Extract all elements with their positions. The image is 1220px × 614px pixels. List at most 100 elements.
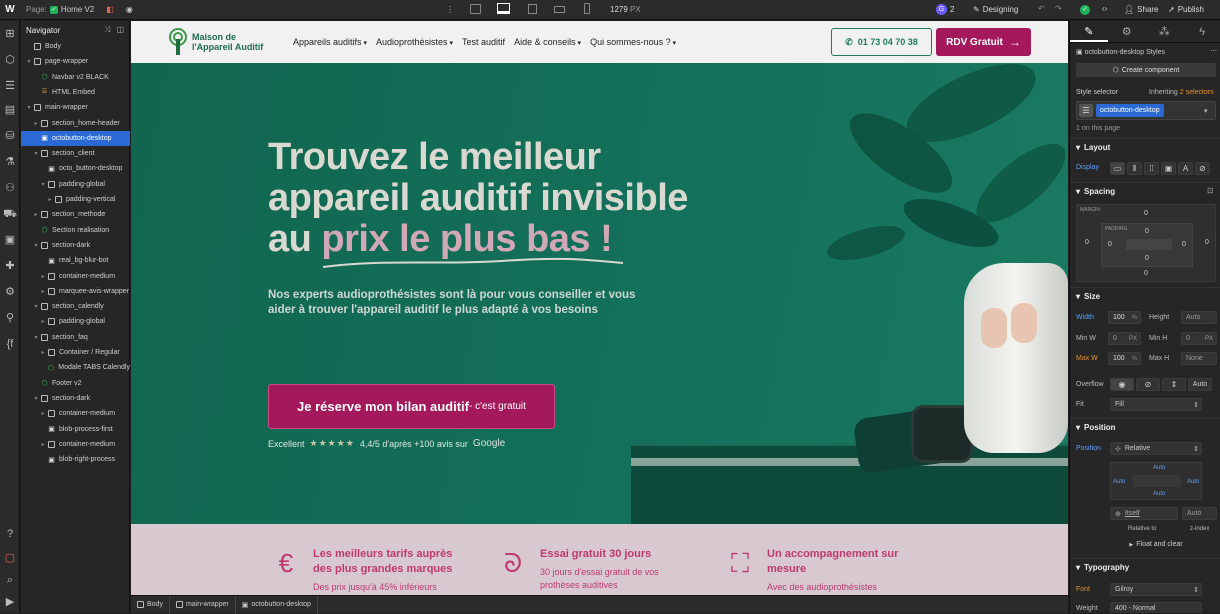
add-icon[interactable]: ⊞ xyxy=(3,27,17,41)
logic-icon[interactable]: ⚗ xyxy=(3,155,17,169)
tree-caret-icon[interactable]: ▸ xyxy=(39,288,47,295)
components-icon[interactable]: ⬡ xyxy=(3,53,17,67)
users-icon[interactable]: ⚇ xyxy=(3,181,17,195)
selector-menu-icon[interactable]: ☰ xyxy=(1079,104,1093,117)
site-menu-item[interactable]: Qui sommes-nous ? ▾ xyxy=(590,37,676,47)
breakpoint-mobile[interactable] xyxy=(584,3,590,14)
display-flex-icon[interactable]: ⫴ xyxy=(1127,162,1142,175)
dock-panel-icon[interactable]: ◫ xyxy=(116,25,124,35)
size-section[interactable]: ▾ Size xyxy=(1070,287,1220,304)
tree-caret-icon[interactable]: ▾ xyxy=(32,150,40,157)
cta-bilan-button[interactable]: Je réserve mon bilan auditif - c'est gra… xyxy=(268,384,555,429)
tree-caret-icon[interactable]: ▸ xyxy=(39,318,47,325)
navigator-item[interactable]: ▾ page-wrapper xyxy=(21,54,130,69)
interactions-tab-icon[interactable]: ⁂ xyxy=(1146,21,1184,42)
navigator-item[interactable]: ▸ container-medium xyxy=(21,406,130,421)
max-width-input[interactable]: 100% xyxy=(1108,352,1141,365)
breadcrumb-item[interactable]: Body xyxy=(131,595,170,614)
site-logo[interactable]: Maison de l'Appareil Auditif xyxy=(168,27,263,57)
style-brush-icon[interactable]: ✎ xyxy=(1070,21,1108,42)
spacing-toggle-icon[interactable]: ⊡ xyxy=(1207,186,1214,195)
variables-icon[interactable]: {f xyxy=(3,337,17,351)
offset-left[interactable]: Auto xyxy=(1113,479,1125,485)
navigator-item[interactable]: ⬡ Modale TABS Calendly xyxy=(21,360,130,375)
navigator-item[interactable]: ▸ padding-global xyxy=(21,314,130,329)
padding-bottom[interactable]: 0 xyxy=(1145,255,1149,262)
breakpoint-tablet[interactable] xyxy=(528,4,537,14)
cms-database-icon[interactable]: ⛁ xyxy=(3,129,17,143)
code-icon[interactable]: ‹› xyxy=(1102,4,1107,13)
navigator-item[interactable]: ▣ blob-right-process xyxy=(21,452,130,467)
selector-chip[interactable]: octobutton-desktop xyxy=(1096,104,1164,117)
tree-caret-icon[interactable]: ▾ xyxy=(32,303,40,310)
collaborators-badge[interactable]: G 2 xyxy=(936,4,954,15)
phone-button[interactable]: ✆ 01 73 04 70 38 xyxy=(831,28,932,56)
navigator-item[interactable]: ▾ section_calendly xyxy=(21,299,130,314)
overflow-hidden-icon[interactable]: ⊘ xyxy=(1136,378,1160,391)
collapse-all-icon[interactable]: ⤨ xyxy=(104,25,110,35)
help-icon[interactable]: ? xyxy=(3,527,17,541)
width-input[interactable]: 100% xyxy=(1108,311,1141,324)
navigator-item[interactable]: ▾ section_faq xyxy=(21,330,130,345)
page-selector[interactable]: Page: ✓ Home V2 xyxy=(20,0,100,20)
design-canvas[interactable]: Maison de l'Appareil Auditif Appareils a… xyxy=(131,21,1068,595)
position-select[interactable]: ⊹ Relative xyxy=(1110,442,1202,455)
tree-caret-icon[interactable]: ▸ xyxy=(39,349,47,356)
site-menu-item[interactable]: Appareils auditifs ▾ xyxy=(293,37,367,47)
offset-bottom[interactable]: Auto xyxy=(1153,491,1165,497)
undo-icon[interactable]: ↶ xyxy=(1038,4,1045,13)
min-width-input[interactable]: 0 PX xyxy=(1108,332,1141,345)
z-index-input[interactable]: Auto xyxy=(1182,507,1217,520)
settings-tab-icon[interactable]: ⚙ xyxy=(1108,21,1146,42)
layout-section[interactable]: ▾ Layout xyxy=(1070,138,1220,155)
navigator-item[interactable]: ▾ padding-global xyxy=(21,177,130,192)
preview-eye-icon[interactable]: ◉ xyxy=(120,0,139,20)
site-menu-item[interactable]: Aide & conseils ▾ xyxy=(514,37,581,47)
overflow-visible-icon[interactable]: ◉ xyxy=(1110,378,1134,391)
navigator-item[interactable]: ⬡ Section realisation xyxy=(21,223,130,238)
create-component-button[interactable]: ⬡ Create component xyxy=(1076,63,1216,77)
navigator-item[interactable]: ▾ main-wrapper xyxy=(21,100,130,115)
breakpoint-mobile-landscape[interactable] xyxy=(554,6,565,13)
canvas-width[interactable]: 1279 PX xyxy=(610,5,641,14)
navigator-item[interactable]: ▣ blob-process-first xyxy=(21,422,130,437)
tree-caret-icon[interactable]: ▸ xyxy=(39,410,47,417)
mode-designing[interactable]: ✎ Designing xyxy=(973,5,1018,14)
navigator-item[interactable]: ▸ padding-vertical xyxy=(21,192,130,207)
lightning-tab-icon[interactable]: ϟ xyxy=(1183,21,1220,42)
navigator-item[interactable]: ▸ container-medium xyxy=(21,269,130,284)
status-check-icon[interactable]: ✓ xyxy=(1080,5,1090,15)
navigator-item[interactable]: ▣ real_bg-blur-bot xyxy=(21,253,130,268)
breakpoint-desktop-large[interactable] xyxy=(470,4,481,14)
more-dots-icon[interactable]: ⋮ xyxy=(440,0,460,20)
assets-icon[interactable]: ▣ xyxy=(3,233,17,247)
tree-caret-icon[interactable]: ▸ xyxy=(32,211,40,218)
inheriting-label[interactable]: Inheriting 2 selectors xyxy=(1149,89,1214,96)
display-block-icon[interactable]: ▭ xyxy=(1110,162,1125,175)
margin-left[interactable]: 0 xyxy=(1085,239,1089,246)
navigator-item[interactable]: ▾ section_client xyxy=(21,146,130,161)
padding-right[interactable]: 0 xyxy=(1182,241,1186,248)
tree-caret-icon[interactable]: ▾ xyxy=(32,242,40,249)
relative-to-field[interactable]: ⊕ Itself xyxy=(1110,507,1178,520)
breadcrumb-item[interactable]: main-wrapper xyxy=(170,595,236,614)
audit-icon[interactable]: ▢ xyxy=(3,551,17,565)
margin-top[interactable]: 0 xyxy=(1144,210,1148,217)
selector-dropdown-icon[interactable]: ▾ xyxy=(1204,107,1208,115)
site-menu-item[interactable]: Audioprothésistes ▾ xyxy=(376,37,453,47)
settings-gear-icon[interactable]: ⚙ xyxy=(3,285,17,299)
site-menu-item[interactable]: Test auditif xyxy=(462,37,505,47)
navigator-item[interactable]: ▸ Container / Regular xyxy=(21,345,130,360)
display-none-icon[interactable]: ⊘ xyxy=(1195,162,1210,175)
offset-top[interactable]: Auto xyxy=(1153,465,1165,471)
navigator-item[interactable]: ▸ section_home-header xyxy=(21,116,130,131)
tree-caret-icon[interactable]: ▸ xyxy=(46,196,54,203)
display-inline-icon[interactable]: A xyxy=(1178,162,1193,175)
tree-caret-icon[interactable]: ▾ xyxy=(32,334,40,341)
position-section[interactable]: ▾ Position xyxy=(1070,418,1220,435)
offset-right[interactable]: Auto xyxy=(1187,479,1199,485)
tree-caret-icon[interactable]: ▾ xyxy=(39,181,47,188)
search-icon[interactable]: ⌕ xyxy=(3,573,17,587)
navigator-item[interactable]: ▾ section-dark xyxy=(21,238,130,253)
height-input[interactable]: Auto xyxy=(1181,311,1217,324)
